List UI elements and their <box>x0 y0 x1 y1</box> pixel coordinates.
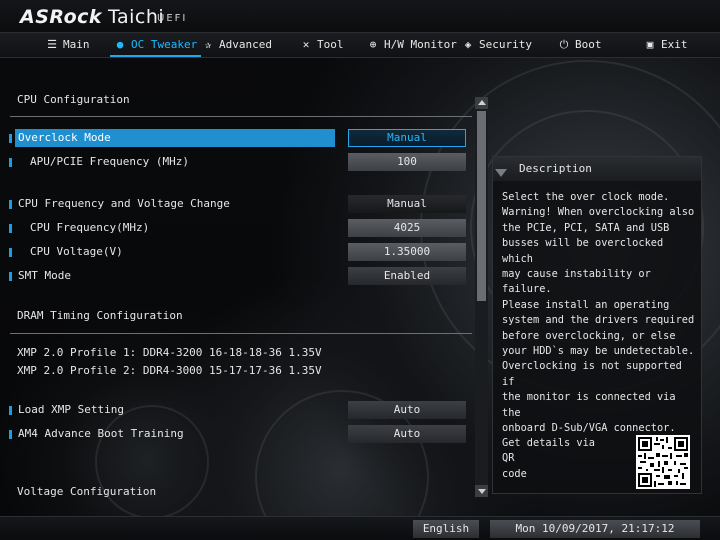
tab-label: Main <box>63 38 90 51</box>
section-dram-timing: DRAM Timing Configuration <box>17 309 183 322</box>
tab-boot[interactable]: ⏻ Boot <box>558 33 602 57</box>
cpu-frequency-field[interactable]: 4025 <box>348 219 466 237</box>
load-xmp-select[interactable]: Auto <box>348 401 466 419</box>
language-button[interactable]: English <box>413 520 479 538</box>
scrollbar[interactable] <box>475 97 488 497</box>
xmp-profile-2: XMP 2.0 Profile 2: DDR4-3000 15-17-17-36… <box>17 364 322 377</box>
xmp-profile-1: XMP 2.0 Profile 1: DDR4-3200 16-18-18-36… <box>17 346 322 359</box>
gear-decoration <box>95 405 209 519</box>
power-icon: ⏻ <box>559 38 569 51</box>
overclock-mode-select[interactable]: Manual <box>348 129 466 147</box>
qr-code-icon <box>636 435 690 489</box>
row-marker <box>9 224 12 233</box>
apu-pcie-frequency-field[interactable]: 100 <box>348 153 466 171</box>
qr-caption: Get details via QR code <box>502 437 595 480</box>
tab-hw-monitor[interactable]: ⊕ H/W Monitor <box>367 33 457 57</box>
tab-label: Exit <box>661 38 688 51</box>
tab-main[interactable]: ☰ Main <box>46 33 90 57</box>
am4-boot-training-select[interactable]: Auto <box>348 425 466 443</box>
divider <box>10 333 472 334</box>
firmware-label: UEFI <box>157 13 188 24</box>
model-name: Taichi <box>108 6 165 28</box>
setting-label: CPU Frequency and Voltage Change <box>18 197 230 210</box>
section-voltage-configuration[interactable]: Voltage Configuration <box>17 485 156 498</box>
description-title: Description <box>493 157 701 181</box>
tool-icon: ✕ <box>302 38 310 51</box>
tab-security[interactable]: ◈ Security <box>462 33 532 57</box>
scroll-up-arrow-icon[interactable] <box>475 97 488 109</box>
setting-label: Overclock Mode <box>18 131 111 144</box>
setting-label: SMT Mode <box>18 269 71 282</box>
exit-icon: ▣ <box>646 38 654 51</box>
setting-label: Load XMP Setting <box>18 403 124 416</box>
cpu-voltage-field[interactable]: 1.35000 <box>348 243 466 261</box>
divider <box>10 116 472 117</box>
row-marker <box>9 406 12 415</box>
tab-label: Boot <box>575 38 602 51</box>
setting-smt-mode[interactable]: SMT Mode Enabled <box>0 267 472 285</box>
row-marker <box>9 158 12 167</box>
shield-icon: ◈ <box>464 38 472 51</box>
smt-mode-select[interactable]: Enabled <box>348 267 466 285</box>
tab-label: Advanced <box>219 38 272 51</box>
description-panel: Description Select the over clock mode. … <box>492 156 702 494</box>
setting-label: CPU Voltage(V) <box>30 245 123 258</box>
row-marker <box>9 200 12 209</box>
description-text: Select the over clock mode. Warning! Whe… <box>502 191 695 435</box>
scroll-thumb[interactable] <box>477 111 486 301</box>
setting-apu-pcie-frequency[interactable]: APU/PCIE Frequency (MHz) 100 <box>0 153 472 171</box>
tab-advanced[interactable]: ✰ Advanced <box>202 33 272 57</box>
list-icon: ☰ <box>47 38 57 51</box>
tab-oc-tweaker[interactable]: ● OC Tweaker <box>109 33 202 57</box>
tab-label: OC Tweaker <box>131 38 198 51</box>
tab-label: Security <box>479 38 532 51</box>
row-marker <box>9 430 12 439</box>
main-nav: ☰ Main ● OC Tweaker ✰ Advanced ✕ Tool ⊕ H/W M… <box>0 32 720 58</box>
setting-cpu-voltage[interactable]: CPU Voltage(V) 1.35000 <box>0 243 472 261</box>
bios-screen: ASRock Taichi UEFI ☰ Main ● OC Tweaker ✰ Adv… <box>0 0 720 540</box>
setting-am4-boot-training[interactable]: AM4 Advance Boot Training Auto <box>0 425 472 443</box>
brand-name: ASRock <box>20 6 103 28</box>
footer: English Mon 10/09/2017, 21:17:12 <box>0 516 720 540</box>
tab-tool[interactable]: ✕ Tool <box>300 33 344 57</box>
star-icon: ✰ <box>204 38 212 51</box>
setting-load-xmp[interactable]: Load XMP Setting Auto <box>0 401 472 419</box>
setting-cpu-freq-voltage-change[interactable]: CPU Frequency and Voltage Change Manual <box>0 195 472 213</box>
flame-icon: ● <box>116 38 124 51</box>
tab-label: H/W Monitor <box>384 38 457 51</box>
row-marker <box>9 134 12 143</box>
row-marker <box>9 248 12 257</box>
row-marker <box>9 272 12 281</box>
setting-overclock-mode[interactable]: Overclock Mode Manual <box>0 129 472 147</box>
setting-cpu-frequency[interactable]: CPU Frequency(MHz) 4025 <box>0 219 472 237</box>
brand-logo: ASRock Taichi <box>20 6 164 28</box>
setting-label: CPU Frequency(MHz) <box>30 221 150 234</box>
monitor-icon: ⊕ <box>369 38 377 51</box>
tab-label: Tool <box>317 38 344 51</box>
tab-exit[interactable]: ▣ Exit <box>644 33 688 57</box>
cpu-freq-voltage-change-select[interactable]: Manual <box>348 195 466 213</box>
header: ASRock Taichi UEFI <box>0 0 720 32</box>
date-time-display[interactable]: Mon 10/09/2017, 21:17:12 <box>490 520 700 538</box>
section-cpu-configuration: CPU Configuration <box>17 93 130 106</box>
setting-label: AM4 Advance Boot Training <box>18 427 184 440</box>
scroll-down-arrow-icon[interactable] <box>475 485 488 497</box>
setting-label: APU/PCIE Frequency (MHz) <box>30 155 189 168</box>
